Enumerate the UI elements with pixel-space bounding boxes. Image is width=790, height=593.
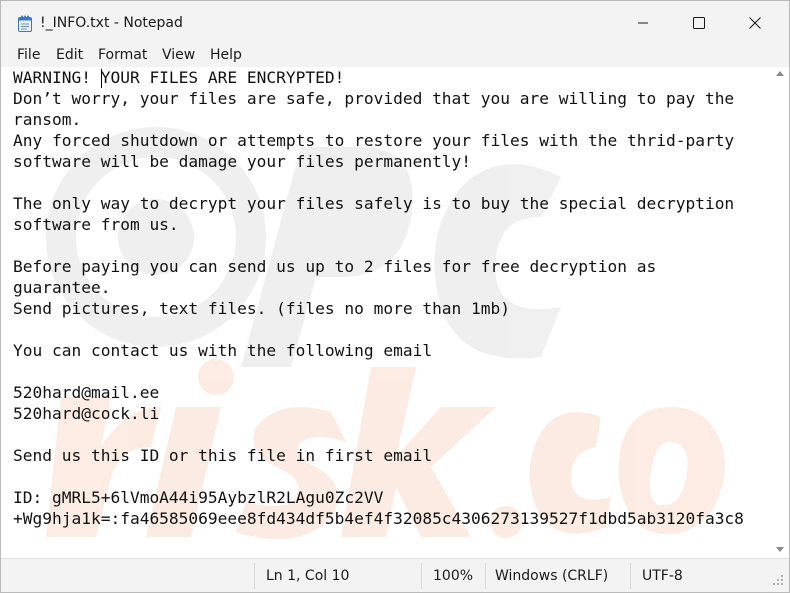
text-caret [101,69,102,88]
document-line: software from us. [13,215,179,234]
document-line: You can contact us with the following em… [13,341,433,360]
close-icon [749,17,761,29]
document-line: +Wg9hja1k=:fa46585069eee8fd434df5b4ef4f3… [13,509,744,528]
document-line: Any forced shutdown or attempts to resto… [13,131,735,150]
document-line: ransom. [13,110,82,129]
status-divider [630,563,631,589]
status-bar: Ln 1, Col 10 100% Windows (CRLF) UTF-8 [1,558,789,592]
menu-format[interactable]: Format [98,47,147,63]
maximize-button[interactable] [671,1,727,45]
window-title: !_INFO.txt - Notepad [40,15,183,31]
title-bar[interactable]: !_INFO.txt - Notepad [1,1,789,45]
text-editor[interactable]: WARNING! YOUR FILES ARE ENCRYPTED! Don’t… [1,67,772,558]
line-ending: Windows (CRLF) [495,568,609,584]
menu-help[interactable]: Help [210,47,242,63]
menu-edit[interactable]: Edit [56,47,83,63]
document-line: The only way to decrypt your files safel… [13,194,735,213]
document-text[interactable]: WARNING! YOUR FILES ARE ENCRYPTED! Don’t… [13,67,768,529]
status-divider [254,563,255,589]
vertical-scrollbar[interactable] [772,67,789,558]
maximize-icon [693,17,705,29]
status-divider [421,563,422,589]
encoding: UTF-8 [642,568,683,584]
cursor-position: Ln 1, Col 10 [266,568,350,584]
scroll-down-icon[interactable] [776,547,784,552]
document-line: Don’t worry, your files are safe, provid… [13,89,735,108]
menu-bar: File Edit Format View Help [1,45,789,67]
close-button[interactable] [727,1,783,45]
minimize-icon [638,22,648,24]
minimize-button[interactable] [615,1,671,45]
document-line: 520hard@mail.ee [13,383,160,402]
notepad-window: !_INFO.txt - Notepad File Edit Format Vi… [0,0,790,593]
resize-grip-icon[interactable] [771,573,785,587]
document-line: Before paying you can send us up to 2 fi… [13,257,657,276]
document-line: guarantee. [13,278,111,297]
document-line: ID: gMRL5+6lVmoA44i95AybzlR2LAgu0Zc2VV [13,488,384,507]
document-line: software will be damage your files perma… [13,152,472,171]
document-line: Send pictures, text files. (files no mor… [13,299,511,318]
notepad-icon [18,15,32,32]
document-line: 520hard@cock.li [13,404,160,423]
menu-file[interactable]: File [17,47,40,63]
zoom-level: 100% [433,568,474,584]
menu-view[interactable]: View [162,47,195,63]
document-line: Send us this ID or this file in first em… [13,446,433,465]
document-line: WARNING! YOUR FILES ARE ENCRYPTED! [13,68,345,87]
status-divider [485,563,486,589]
scroll-up-icon[interactable] [776,71,784,76]
